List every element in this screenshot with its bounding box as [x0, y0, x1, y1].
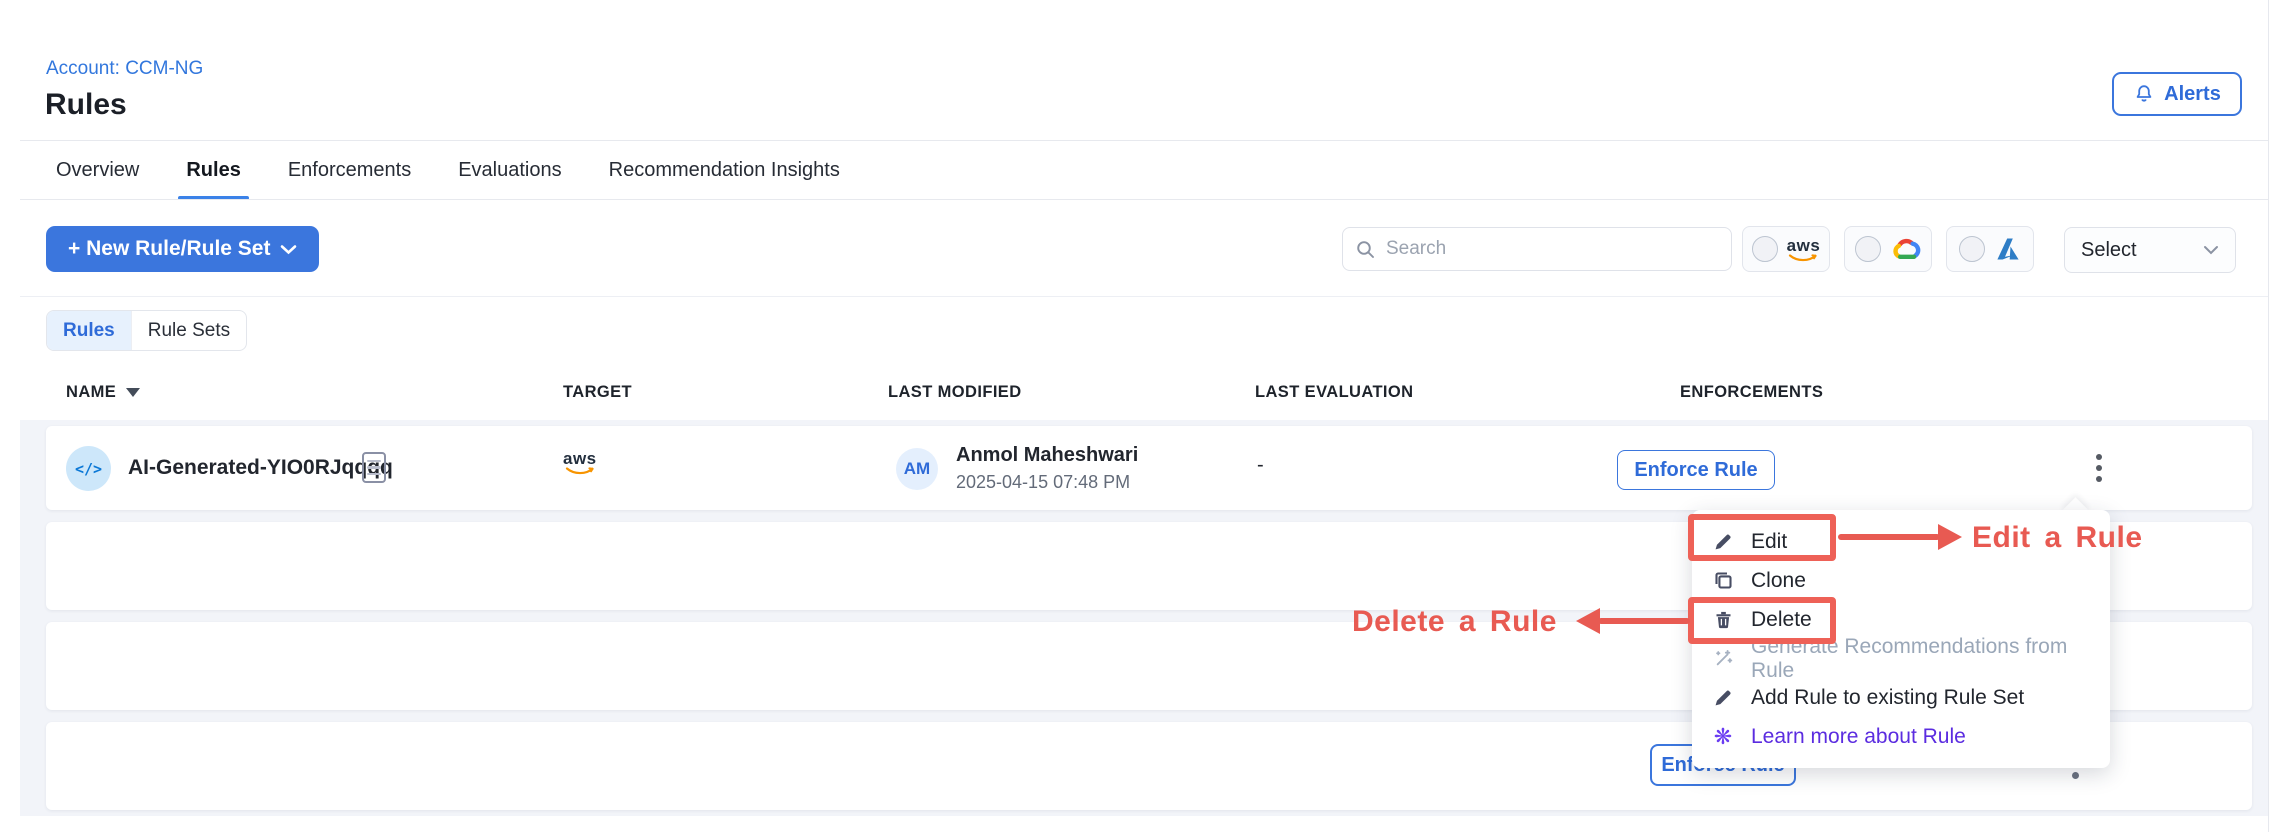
delete-highlight-box — [1688, 597, 1836, 644]
aws-radio[interactable] — [1752, 236, 1778, 262]
menu-item-label: Add Rule to existing Rule Set — [1751, 686, 2024, 710]
search-input[interactable] — [1386, 238, 1719, 260]
edit-arrow-head-icon — [1938, 524, 1962, 550]
view-toggle: Rules Rule Sets — [46, 310, 247, 351]
delete-arrow-head-icon — [1576, 608, 1600, 634]
toggle-rules[interactable]: Rules — [47, 311, 131, 350]
menu-item-clone[interactable]: Clone — [1692, 561, 2110, 600]
clone-icon — [1710, 570, 1736, 591]
last-evaluation-value: - — [1257, 454, 1264, 477]
delete-arrow — [1598, 618, 1690, 624]
rule-description-icon[interactable] — [362, 452, 386, 483]
menu-item-learn-more[interactable]: ❋ Learn more about Rule — [1692, 717, 2110, 756]
gcp-logo-icon — [1890, 236, 1922, 262]
bell-icon — [2133, 83, 2155, 105]
aws-logo-icon: aws — [1787, 237, 1821, 262]
modified-by: Anmol Maheshwari — [956, 444, 1138, 467]
alerts-button[interactable]: Alerts — [2112, 72, 2242, 116]
column-header-last-evaluation: LAST EVALUATION — [1255, 383, 1413, 402]
gcp-radio[interactable] — [1855, 236, 1881, 262]
tab-overview[interactable]: Overview — [56, 141, 139, 200]
pencil-icon — [1710, 687, 1736, 708]
gcp-filter-button[interactable] — [1844, 226, 1932, 272]
azure-radio[interactable] — [1959, 236, 1985, 262]
target-cell: aws — [563, 450, 597, 475]
code-icon: </> — [75, 460, 102, 478]
azure-logo-icon — [1994, 236, 2022, 262]
alerts-label: Alerts — [2164, 83, 2221, 106]
search-icon — [1355, 239, 1376, 260]
new-rule-button[interactable]: + New Rule/Rule Set — [46, 226, 319, 272]
search-box — [1342, 227, 1732, 271]
edit-highlight-box — [1688, 514, 1836, 561]
chevron-down-icon — [280, 244, 297, 255]
aida-flower-icon: ❋ — [1710, 724, 1736, 750]
edit-annotation: Edit a Rule — [1972, 521, 2143, 555]
column-header-name[interactable]: NAME — [66, 383, 140, 402]
more-options-icon[interactable] — [2078, 440, 2120, 496]
toggle-rule-sets[interactable]: Rule Sets — [131, 311, 246, 350]
scrollbar-track[interactable] — [2268, 0, 2269, 832]
rule-avatar: </> — [66, 446, 111, 491]
column-header-target: TARGET — [563, 383, 632, 402]
tab-evaluations[interactable]: Evaluations — [458, 141, 561, 200]
menu-item-generate-recommendations: Generate Recommendations from Rule — [1692, 639, 2110, 678]
aws-logo-icon: aws — [563, 450, 597, 475]
user-avatar: AM — [896, 448, 938, 490]
aws-filter-button[interactable]: aws — [1742, 226, 1830, 272]
rules-page: Account: CCM-NG Rules Alerts Overview Ru… — [0, 0, 2296, 832]
column-header-last-modified: LAST MODIFIED — [888, 383, 1022, 402]
menu-item-add-to-rule-set[interactable]: Add Rule to existing Rule Set — [1692, 678, 2110, 717]
toolbar: + New Rule/Rule Set aws — [20, 200, 2268, 297]
breadcrumb[interactable]: Account: CCM-NG — [46, 58, 203, 80]
menu-item-label: Learn more about Rule — [1751, 725, 1966, 749]
table-row[interactable]: </> AI-Generated-YIO0RJqqqq aws AM Anmol… — [46, 426, 2252, 510]
tab-rules[interactable]: Rules — [186, 141, 240, 200]
chevron-down-icon — [2203, 245, 2219, 255]
modified-date: 2025-04-15 07:48 PM — [956, 472, 1130, 493]
more-options-icon[interactable] — [2072, 772, 2079, 779]
select-value: Select — [2081, 239, 2137, 262]
delete-annotation: Delete a Rule — [1352, 605, 1557, 639]
sort-desc-icon — [126, 388, 140, 397]
new-rule-label: + New Rule/Rule Set — [68, 237, 270, 261]
select-dropdown[interactable]: Select — [2064, 227, 2236, 273]
tab-enforcements[interactable]: Enforcements — [288, 141, 411, 200]
column-header-enforcements: ENFORCEMENTS — [1680, 383, 1823, 402]
page-title: Rules — [45, 88, 127, 122]
tab-bar: Overview Rules Enforcements Evaluations … — [56, 141, 840, 200]
edit-arrow — [1838, 534, 1940, 540]
enforce-rule-button[interactable]: Enforce Rule — [1617, 450, 1775, 490]
azure-filter-button[interactable] — [1946, 226, 2034, 272]
tab-recommendation-insights[interactable]: Recommendation Insights — [609, 141, 840, 200]
sparkle-icon — [1710, 648, 1736, 669]
rule-name[interactable]: AI-Generated-YIO0RJqqqq — [128, 456, 393, 480]
menu-item-label: Clone — [1751, 569, 1806, 593]
